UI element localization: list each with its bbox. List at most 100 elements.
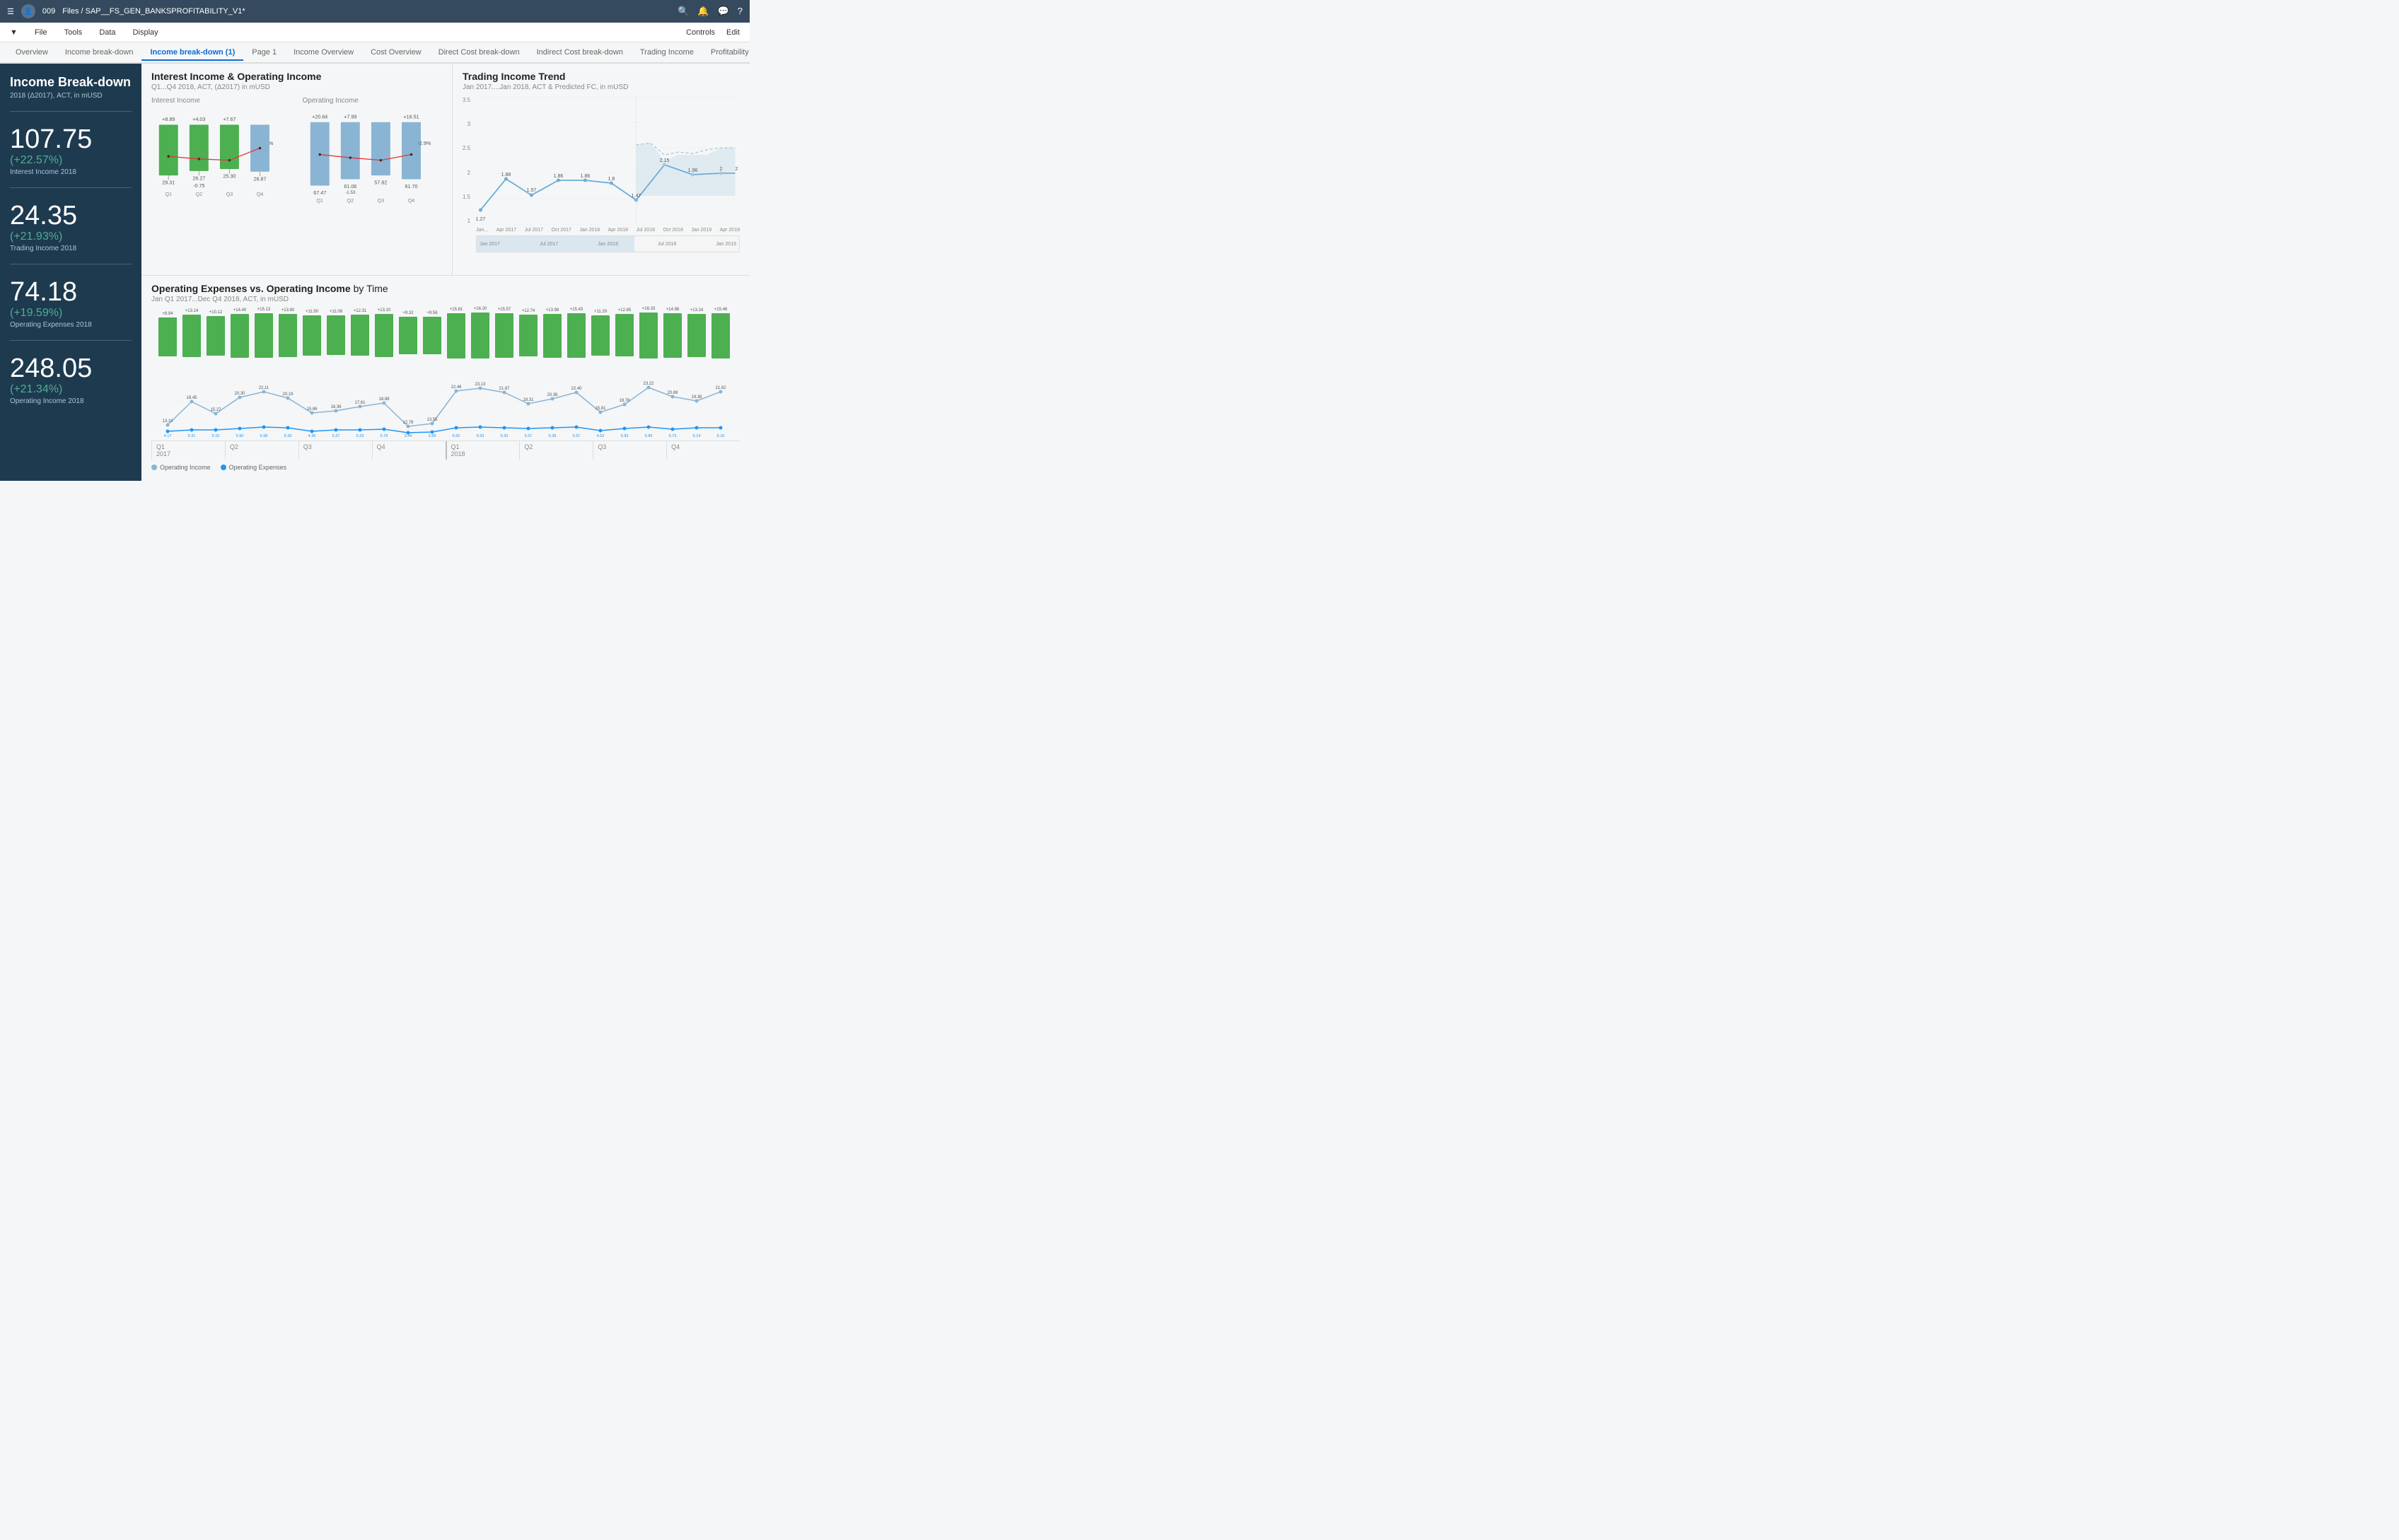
svg-text:+12.74: +12.74: [522, 309, 535, 313]
tab-indirect-cost[interactable]: Indirect Cost break-down: [528, 45, 632, 61]
notification-icon[interactable]: 🔔: [697, 6, 709, 17]
svg-text:+8.89: +8.89: [162, 117, 175, 122]
top-charts: Interest Income & Operating Income Q1...…: [141, 64, 750, 276]
svg-text:20.36: 20.36: [547, 393, 558, 397]
svg-text:+16.20: +16.20: [474, 307, 487, 311]
menu-data[interactable]: Data: [96, 25, 118, 40]
main-content: Income Break-down 2018 (Δ2017), ACT, in …: [0, 64, 750, 481]
svg-text:+13.80: +13.80: [281, 308, 295, 313]
svg-text:6.65: 6.65: [453, 434, 460, 438]
svg-text:1.86: 1.86: [581, 174, 591, 179]
tab-direct-cost[interactable]: Direct Cost break-down: [430, 45, 528, 61]
menu-file[interactable]: File: [32, 25, 50, 40]
svg-text:6.14: 6.14: [693, 434, 701, 438]
svg-text:+11.50: +11.50: [306, 310, 319, 314]
svg-text:-0.75: -0.75: [193, 183, 204, 189]
svg-text:+9.56: +9.56: [426, 311, 438, 315]
svg-text:20.30: 20.30: [234, 392, 245, 396]
svg-text:5.73: 5.73: [669, 434, 677, 438]
svg-text:12.76: 12.76: [402, 421, 414, 425]
tab-page-1[interactable]: Page 1: [243, 45, 285, 61]
svg-text:+13.98: +13.98: [546, 308, 559, 313]
operating-chart: Operating Expenses vs. Operating Income …: [141, 276, 750, 481]
svg-text:Q4: Q4: [407, 198, 414, 204]
tab-income-overview[interactable]: Income Overview: [285, 45, 362, 61]
legend-label-expenses: Operating Expenses: [229, 464, 287, 471]
svg-text:22.46: 22.46: [451, 385, 462, 390]
svg-text:Q1: Q1: [316, 198, 323, 204]
operating-chart-subtitle: Jan Q1 2017...Dec Q4 2018, ACT, in mUSD: [151, 296, 740, 303]
operating-chart-title: Operating Expenses vs. Operating Income: [151, 283, 351, 294]
quarter-labels: Q12017 Q2 Q3 Q4 Q12018 Q2 Q3 Q4: [151, 441, 740, 460]
trading-income-label: Trading Income 2018: [10, 245, 132, 252]
interest-bars-svg: +8.89 29.31 Q1 +4.03 26.27 -0.75 Q2: [151, 107, 291, 221]
svg-text:2: 2: [720, 167, 723, 172]
svg-text:Q1: Q1: [165, 192, 172, 197]
svg-text:1.86: 1.86: [554, 174, 564, 179]
tab-trading-income[interactable]: Trading Income: [632, 45, 702, 61]
svg-text:5.31: 5.31: [188, 434, 196, 438]
legend-dot-expenses: [221, 465, 226, 470]
x-axis-labels: Jan... Apr 2017 Jul 2017 Oct 2017 Jan 20…: [476, 228, 740, 233]
svg-text:67.47: 67.47: [313, 190, 326, 196]
svg-text:25.30: 25.30: [223, 174, 236, 180]
chat-icon[interactable]: 💬: [718, 6, 729, 17]
svg-text:61.06: 61.06: [344, 184, 356, 189]
svg-text:5.90: 5.90: [236, 434, 244, 438]
svg-text:+15.81: +15.81: [450, 308, 463, 312]
svg-text:5.57: 5.57: [525, 434, 533, 438]
svg-text:+14.96: +14.96: [666, 308, 680, 312]
svg-text:23.13: 23.13: [475, 383, 486, 387]
svg-text:20.19: 20.19: [282, 392, 294, 397]
operating-chart-title-suffix: by Time: [354, 283, 388, 294]
help-icon[interactable]: ?: [738, 6, 743, 17]
tab-income-breakdown-1[interactable]: Income break-down (1): [141, 45, 243, 61]
svg-text:3.44: 3.44: [405, 434, 412, 438]
svg-text:16.36: 16.36: [330, 405, 342, 409]
operating-income-label: Operating Income 2018: [10, 397, 132, 405]
dropdown-icon[interactable]: ▼: [7, 25, 21, 40]
svg-text:6.39: 6.39: [284, 434, 292, 438]
svg-text:23.22: 23.22: [643, 382, 654, 386]
tab-overview[interactable]: Overview: [7, 45, 57, 61]
tab-profitability[interactable]: Profitability: [702, 45, 750, 61]
svg-text:61.70: 61.70: [405, 184, 417, 189]
svg-text:26.87: 26.87: [254, 176, 267, 182]
green-bars-svg: +8.94 +13.14 +10.12 +14.40 +15.13: [151, 308, 740, 364]
svg-text:-2.9%: -2.9%: [417, 141, 431, 146]
tab-income-breakdown[interactable]: Income break-down: [57, 45, 142, 61]
svg-text:18.88: 18.88: [378, 397, 390, 402]
svg-text:6.30: 6.30: [501, 434, 509, 438]
svg-text:29.31: 29.31: [162, 180, 175, 186]
interest-income-chart-subtitle: Q1...Q4 2018, ACT, (Δ2017) in mUSD: [151, 83, 442, 91]
svg-text:17.61: 17.61: [354, 401, 366, 405]
svg-text:+8.94: +8.94: [162, 312, 173, 316]
sidebar: Income Break-down 2018 (Δ2017), ACT, in …: [0, 64, 141, 481]
trading-income-change: (+21.93%): [10, 231, 132, 243]
metric-operating-income: 248.05 (+21.34%) Operating Income 2018: [10, 355, 132, 405]
svg-text:4.52: 4.52: [597, 434, 605, 438]
trading-trend-title: Trading Income Trend: [463, 71, 740, 82]
operating-lines-svg: 13.10 18.45 15.27 20.30 22.11 20.19 15.8…: [151, 366, 740, 437]
operating-income-change: (+21.34%): [10, 383, 132, 396]
menu-display[interactable]: Display: [130, 25, 161, 40]
search-icon[interactable]: 🔍: [678, 6, 689, 17]
operating-bars-svg: +20.64 67.47 Q1 +7.99 61.06 -1.53 Q2: [303, 107, 443, 221]
hamburger-icon[interactable]: ☰: [7, 7, 14, 16]
svg-text:1.88: 1.88: [501, 173, 511, 177]
menu-edit[interactable]: Edit: [724, 25, 743, 40]
svg-text:5.15: 5.15: [212, 434, 220, 438]
svg-text:Q2: Q2: [196, 192, 203, 197]
svg-text:5.93: 5.93: [621, 434, 629, 438]
svg-text:-1.53: -1.53: [345, 190, 356, 195]
chart-legend: Operating Income Operating Expenses: [151, 464, 740, 471]
metric-trading-income: 24.35 (+21.93%) Trading Income 2018: [10, 202, 132, 252]
top-bar: ☰ 👤 009 Files / SAP__FS_GEN_BANKSPROFITA…: [0, 0, 750, 23]
menu-tools[interactable]: Tools: [62, 25, 86, 40]
svg-text:57.82: 57.82: [374, 180, 387, 186]
menu-controls[interactable]: Controls: [683, 25, 718, 40]
interest-income-change: (+22.57%): [10, 154, 132, 167]
tab-cost-overview[interactable]: Cost Overview: [362, 45, 430, 61]
chart-scrollbar[interactable]: Jan 2017 Jul 2017 Jan 2018 Jul 2018 Jan …: [476, 235, 740, 252]
sidebar-subtitle: 2018 (Δ2017), ACT, in mUSD: [10, 92, 132, 100]
